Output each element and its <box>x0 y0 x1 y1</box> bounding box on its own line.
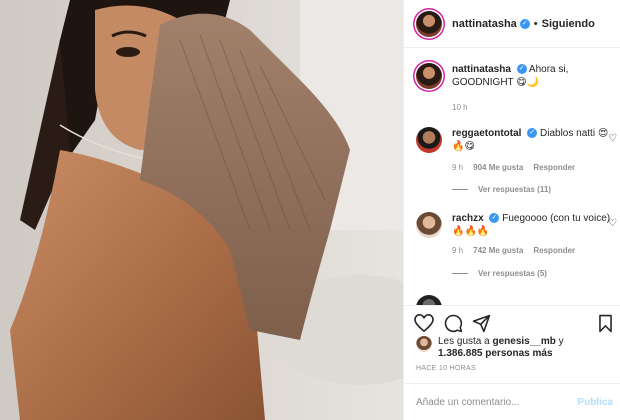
liker-username[interactable]: genesis__mb <box>492 336 555 347</box>
verified-badge-icon: ✓ <box>519 18 530 29</box>
publish-button[interactable]: Publica <box>577 397 613 408</box>
post-timestamp[interactable]: HACE 10 HORAS <box>416 365 476 372</box>
comment-item: rachzx ✓ Fuegoooo (con tu voice) 🔥🔥🔥 <box>416 212 616 238</box>
comment-meta: 9 h 904 Me gusta Responder <box>452 163 575 172</box>
replies-line <box>452 273 468 274</box>
comment-username[interactable]: reggaetontotal <box>452 128 521 139</box>
commenter-avatar[interactable] <box>416 212 442 238</box>
photo-illustration <box>0 0 403 420</box>
view-replies-button[interactable]: Ver respuestas (11) <box>452 185 551 194</box>
caption-username[interactable]: nattinatasha <box>452 64 511 75</box>
verified-badge-icon: ✓ <box>489 213 500 224</box>
caption-avatar[interactable] <box>416 63 442 89</box>
comments-list[interactable]: nattinatasha ✓ Ahora si, GOODNIGHT 😋🌙 10… <box>404 49 620 305</box>
verified-badge-icon: ✓ <box>516 64 527 75</box>
replies-line <box>452 189 468 190</box>
post-side-panel: nattinatasha ✓ • Siguiendo nattinatasha … <box>403 0 620 420</box>
comment-item: reggaetontotal ✓ Diablos natti 😍🔥😋 <box>416 127 616 153</box>
view-replies-button[interactable]: Ver respuestas (5) <box>452 269 547 278</box>
likes-count[interactable]: 1.386.885 personas más <box>438 348 553 359</box>
caption-meta: 10 h <box>452 103 468 112</box>
comment-time: 9 h <box>452 246 464 255</box>
comment-like-heart-icon[interactable]: ♡ <box>608 133 617 144</box>
follow-separator: • <box>533 17 538 30</box>
like-heart-icon[interactable] <box>414 314 434 332</box>
likes-and: y <box>555 336 564 347</box>
comment-time: 9 h <box>452 163 464 172</box>
commenter-avatar[interactable] <box>416 295 442 305</box>
post-photo[interactable] <box>0 0 403 420</box>
likes-summary: Les gusta a genesis__mb y 1.386.885 pers… <box>416 336 564 360</box>
comment-meta: 9 h 742 Me gusta Responder <box>452 246 575 255</box>
view-replies-label: Ver respuestas (5) <box>478 269 547 278</box>
reply-button[interactable]: Responder <box>533 246 575 255</box>
post-header: nattinatasha ✓ • Siguiendo <box>404 0 620 48</box>
save-bookmark-icon[interactable] <box>598 314 613 333</box>
liker-avatar[interactable] <box>416 336 432 352</box>
following-button[interactable]: Siguiendo <box>542 18 595 30</box>
caption: nattinatasha ✓ Ahora si, GOODNIGHT 😋🌙 <box>416 63 616 89</box>
author-avatar[interactable] <box>416 10 442 37</box>
comment-icon[interactable] <box>444 314 463 333</box>
comment-like-heart-icon[interactable]: ♡ <box>608 218 617 229</box>
view-replies-label: Ver respuestas (11) <box>478 185 551 194</box>
action-bar <box>404 305 620 340</box>
comment-likes[interactable]: 742 Me gusta <box>473 246 523 255</box>
comment-input[interactable]: Añade un comentario... <box>416 397 577 408</box>
likes-prefix: Les gusta a <box>438 336 493 347</box>
add-comment-bar: Añade un comentario... Publica <box>404 383 620 420</box>
verified-badge-icon: ✓ <box>527 128 538 139</box>
comment-username[interactable]: rachzx <box>452 213 484 224</box>
comment-likes[interactable]: 904 Me gusta <box>473 163 523 172</box>
share-icon[interactable] <box>472 314 491 333</box>
author-username[interactable]: nattinatasha <box>452 18 517 30</box>
caption-time: 10 h <box>452 103 468 112</box>
reply-button[interactable]: Responder <box>533 163 575 172</box>
commenter-avatar[interactable] <box>416 127 442 153</box>
